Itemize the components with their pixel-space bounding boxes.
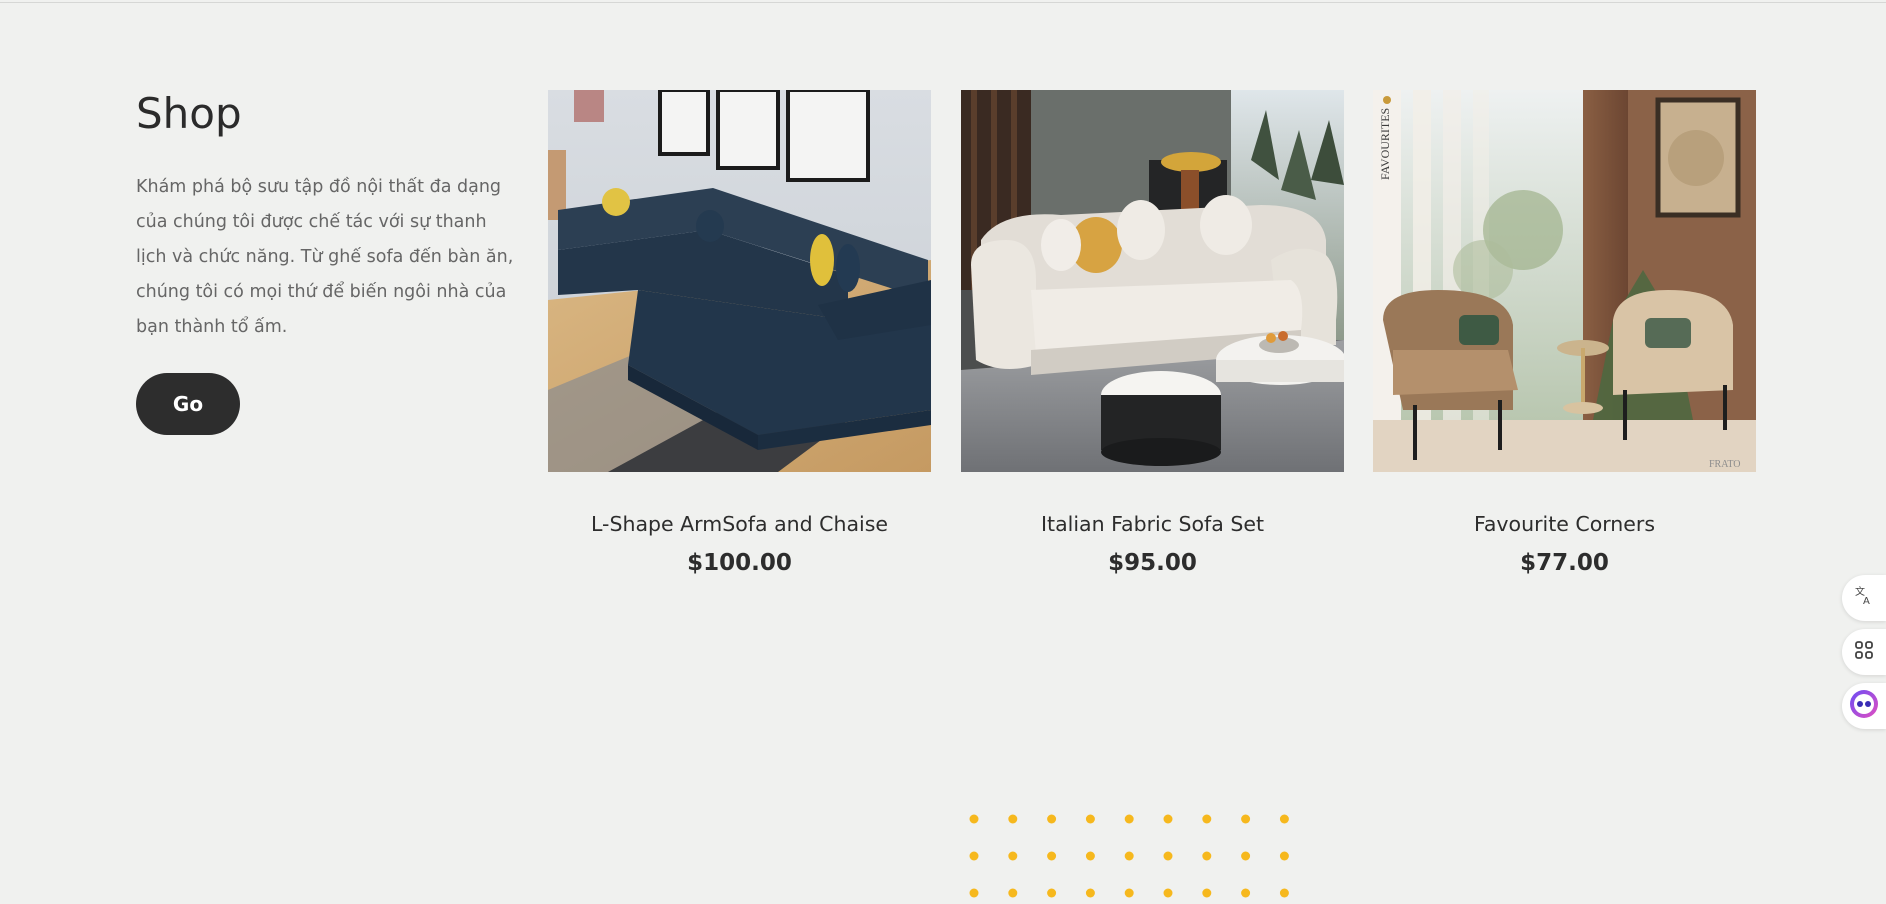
decorative-dot	[1047, 814, 1057, 824]
decorative-dot	[1008, 851, 1018, 861]
favourites-watermark: FAVOURITES	[1378, 108, 1392, 180]
product-price: $100.00	[687, 550, 792, 576]
product-name[interactable]: Italian Fabric Sofa Set	[961, 510, 1344, 538]
assistant-bot-icon	[1849, 689, 1879, 723]
floating-toolbar: 文 A	[1842, 575, 1886, 737]
go-button[interactable]: Go	[136, 373, 240, 435]
page-title: Shop	[136, 89, 242, 138]
decorative-dot	[1047, 888, 1057, 898]
decorative-dot	[1202, 888, 1212, 898]
product-card[interactable]: FAVOURITES FRATO Favourite Corners $77.0…	[1373, 90, 1756, 578]
decorative-dot	[1047, 851, 1057, 861]
apps-button[interactable]	[1842, 629, 1886, 675]
assistant-button[interactable]	[1842, 683, 1886, 729]
translate-icon: 文 A	[1853, 585, 1875, 611]
product-card[interactable]: L-Shape ArmSofa and Chaise $100.00	[548, 90, 931, 578]
apps-grid-icon	[1853, 639, 1875, 665]
shop-description: Khám phá bộ sưu tập đồ nội thất đa dạng …	[136, 177, 514, 337]
product-image-favourite-corners[interactable]: FAVOURITES FRATO	[1373, 90, 1756, 472]
decorative-dot	[1163, 851, 1173, 861]
decorative-dot	[1279, 814, 1289, 824]
decorative-dot	[1241, 851, 1251, 861]
product-price: $77.00	[1520, 550, 1609, 576]
product-card[interactable]: Italian Fabric Sofa Set $95.00	[961, 90, 1344, 578]
decorative-dot	[969, 851, 979, 861]
decorative-dot	[1163, 888, 1173, 898]
decorative-dot	[1279, 888, 1289, 898]
product-image-italian-sofa[interactable]	[961, 90, 1344, 472]
decorative-dot	[1085, 851, 1095, 861]
product-name[interactable]: L-Shape ArmSofa and Chaise	[548, 510, 931, 538]
decorative-dot	[1202, 814, 1212, 824]
decorative-dot	[1085, 814, 1095, 824]
frato-watermark: FRATO	[1709, 459, 1741, 470]
decorative-dot	[1124, 814, 1134, 824]
translate-button[interactable]: 文 A	[1842, 575, 1886, 621]
decorative-dot	[969, 888, 979, 898]
shop-intro: Shop Khám phá bộ sưu tập đồ nội thất đa …	[136, 88, 521, 363]
product-name[interactable]: Favourite Corners	[1373, 510, 1756, 538]
product-image-l-shape-sofa[interactable]	[548, 90, 931, 472]
product-price: $95.00	[1108, 550, 1197, 576]
decorative-dot	[1241, 888, 1251, 898]
decorative-dot	[1163, 814, 1173, 824]
svg-text:A: A	[1863, 596, 1870, 607]
decorative-dot-grid	[969, 814, 1289, 898]
decorative-dot	[1085, 888, 1095, 898]
decorative-dot	[1279, 851, 1289, 861]
decorative-dot	[1124, 888, 1134, 898]
top-divider	[0, 2, 1886, 3]
decorative-dot	[1202, 851, 1212, 861]
decorative-dot	[1008, 888, 1018, 898]
decorative-dot	[1241, 814, 1251, 824]
decorative-dot	[1124, 851, 1134, 861]
decorative-dot	[1008, 814, 1018, 824]
decorative-dot	[969, 814, 979, 824]
